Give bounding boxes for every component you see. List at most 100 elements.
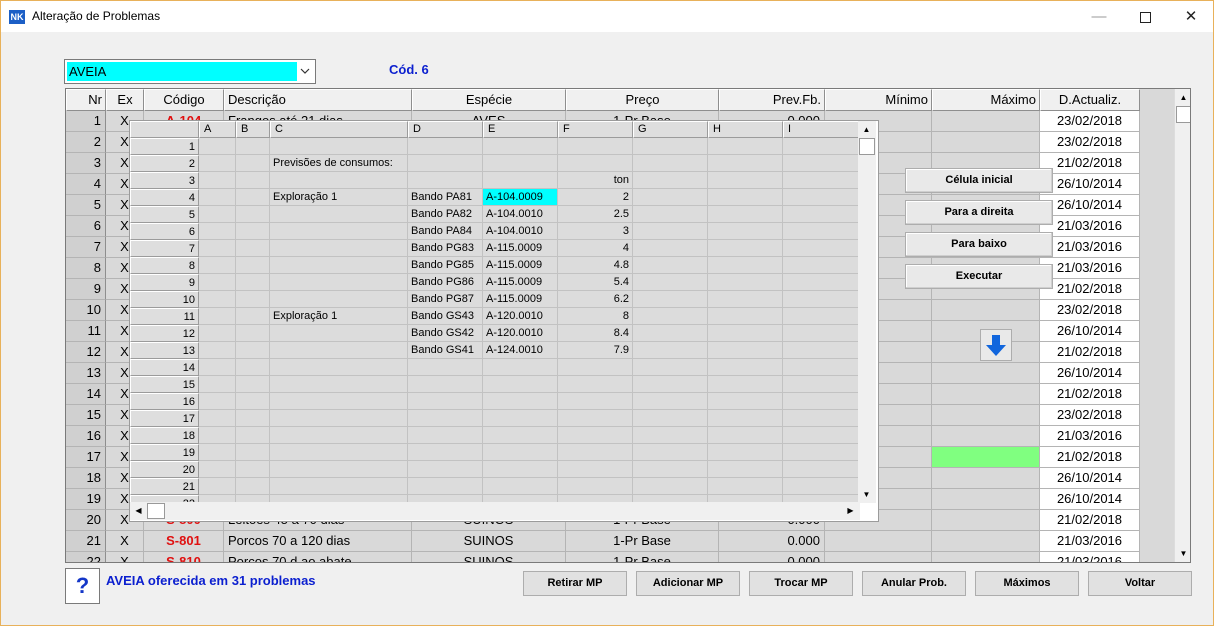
sheet-cell[interactable] [236,410,270,427]
sheet-cell[interactable]: 4.8 [558,257,633,274]
sheet-cell[interactable]: A-115.0009 [483,274,558,291]
sheet-cell[interactable] [708,410,783,427]
sheet-cell[interactable] [708,444,783,461]
sheet-row-header[interactable]: 6 [130,223,199,240]
cell-date[interactable]: 21/03/2016 [1040,258,1140,279]
scroll-thumb[interactable] [1176,106,1190,123]
cell-nr[interactable]: 14 [66,384,106,405]
sheet-cell[interactable] [236,240,270,257]
sheet-cell[interactable]: 8.4 [558,325,633,342]
sheet-cell[interactable] [708,342,783,359]
maximums-button[interactable]: Máximos [975,571,1079,596]
sheet-cell[interactable] [270,325,408,342]
sheet-cell[interactable] [408,393,483,410]
cell-descricao[interactable]: Porcos 70 d ao abate [224,552,412,562]
sheet-hscroll-thumb[interactable] [147,503,165,519]
cancel-problem-button[interactable]: Anular Prob. [862,571,966,596]
cell-max[interactable] [932,384,1040,405]
sheet-cell[interactable] [236,189,270,206]
sheet-vertical-scrollbar[interactable]: ▲ ▼ [858,121,876,503]
sheet-cell[interactable] [783,240,860,257]
maximize-icon[interactable] [1122,1,1168,32]
grid-vertical-scrollbar[interactable]: ▲ ▼ [1174,89,1190,562]
sheet-cell[interactable] [633,172,708,189]
sheet-cell[interactable] [199,393,236,410]
sheet-cell[interactable] [270,359,408,376]
sheet-row-header[interactable]: 11 [130,308,199,325]
sheet-cell[interactable]: A-115.0009 [483,257,558,274]
grid-header-codigo[interactable]: Código [144,89,224,111]
sheet-cell[interactable] [558,393,633,410]
sheet-cell[interactable]: 7.9 [558,342,633,359]
sheet-cell[interactable] [783,274,860,291]
back-button[interactable]: Voltar [1088,571,1192,596]
sheet-cell[interactable] [708,308,783,325]
sheet-cell[interactable] [408,444,483,461]
grid-header-ex[interactable]: Ex [106,89,144,111]
sheet-cell[interactable] [783,291,860,308]
sheet-cell[interactable] [270,410,408,427]
sheet-cell[interactable] [270,223,408,240]
sheet-cell[interactable] [708,478,783,495]
sheet-row-header[interactable]: 3 [130,172,199,189]
sheet-cell[interactable] [708,240,783,257]
cell-ex[interactable]: X [106,552,144,562]
sheet-row-header[interactable]: 13 [130,342,199,359]
grid-header-date[interactable]: D.Actualiz. [1040,89,1140,111]
sheet-cell[interactable] [236,376,270,393]
sheet-cell[interactable] [633,274,708,291]
sheet-cell[interactable] [270,240,408,257]
sheet-cell[interactable] [633,410,708,427]
sheet-cell[interactable] [708,172,783,189]
cell-nr[interactable]: 6 [66,216,106,237]
grid-header-preco[interactable]: Preço [566,89,719,111]
sheet-cell[interactable] [236,393,270,410]
sheet-cell[interactable] [199,189,236,206]
sheet-cell[interactable]: Exploração 1 [270,189,408,206]
cell-date[interactable]: 23/02/2018 [1040,405,1140,426]
cell-date[interactable]: 21/03/2016 [1040,531,1140,552]
sheet-cell[interactable] [199,461,236,478]
minimize-icon[interactable]: — [1076,1,1122,32]
sheet-cell[interactable] [408,138,483,155]
sheet-cell[interactable] [199,410,236,427]
sheet-row-header[interactable]: 9 [130,274,199,291]
add-mp-button[interactable]: Adicionar MP [636,571,740,596]
cell-max[interactable] [932,468,1040,489]
sheet-cell[interactable] [783,427,860,444]
sheet-cell[interactable] [236,291,270,308]
sheet-cell[interactable] [783,342,860,359]
cell-nr[interactable]: 13 [66,363,106,384]
sheet-cell[interactable] [270,138,408,155]
cell-nr[interactable]: 19 [66,489,106,510]
cell-nr[interactable]: 5 [66,195,106,216]
sheet-row-header[interactable]: 10 [130,291,199,308]
sheet-cell[interactable] [633,393,708,410]
sheet-cell[interactable] [708,138,783,155]
execute-button[interactable]: Executar [905,264,1053,289]
sheet-cell[interactable] [236,155,270,172]
cell-max[interactable] [932,552,1040,562]
sheet-cell[interactable] [783,359,860,376]
cell-codigo[interactable]: S-810 [144,552,224,562]
sheet-cell[interactable]: 6.2 [558,291,633,308]
help-icon[interactable]: ? [65,568,100,604]
sheet-cell[interactable] [783,138,860,155]
sheet-cell[interactable] [633,444,708,461]
sheet-cell[interactable] [783,393,860,410]
sheet-cell[interactable] [708,461,783,478]
sheet-col-header-E[interactable]: E [483,121,558,138]
sheet-cell[interactable] [483,427,558,444]
sheet-row-header[interactable]: 5 [130,206,199,223]
cell-date[interactable]: 21/02/2018 [1040,342,1140,363]
sheet-cell[interactable]: A-115.0009 [483,240,558,257]
cell-max[interactable] [932,300,1040,321]
sheet-cell[interactable] [558,410,633,427]
cell-min[interactable] [825,552,932,562]
sheet-cell[interactable]: ton [558,172,633,189]
sheet-col-header-C[interactable]: C [270,121,408,138]
sheet-row-header[interactable]: 12 [130,325,199,342]
sheet-cell[interactable] [270,274,408,291]
sheet-col-header-H[interactable]: H [708,121,783,138]
sheet-cell[interactable]: Bando PA81 [408,189,483,206]
